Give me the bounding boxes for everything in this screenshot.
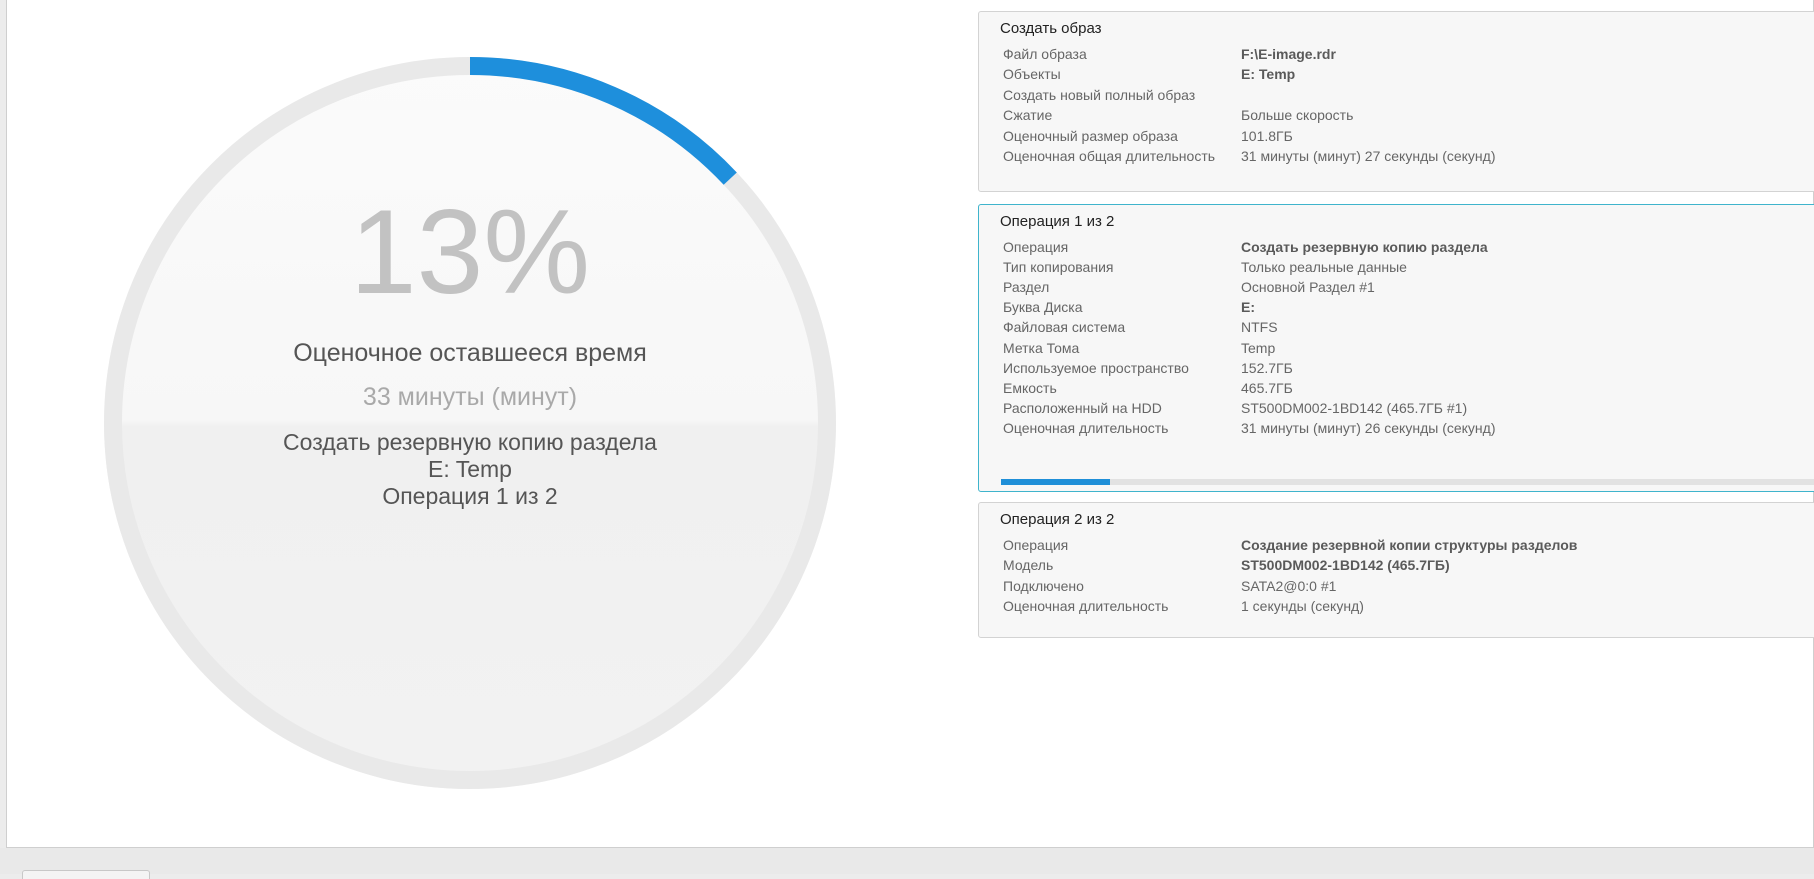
detail-value: 152.7ГБ: [1241, 359, 1293, 376]
progress-ring: [104, 57, 836, 789]
create-image-panel: Создать образ Файл образа F:\E-image.rdr О…: [978, 11, 1814, 192]
detail-value: Создание резервной копии структуры разде…: [1241, 537, 1578, 553]
current-operation-counter: Операция 1 из 2: [382, 483, 558, 509]
detail-value: E:: [1241, 299, 1255, 316]
operation-1-progress-bar: [1001, 479, 1814, 485]
detail-key: Метка Тома: [1003, 339, 1080, 356]
detail-row: Оценочная длительность 31 минуты (минут) …: [979, 420, 1814, 443]
operation-2-panel: Операция 2 из 2 Операция Создание резервн…: [978, 502, 1814, 638]
detail-key: Оценочная длительность: [1003, 419, 1169, 436]
detail-value: SATA2@0:0 #1: [1241, 577, 1337, 594]
current-operation-name: Создать резервную копию раздела: [283, 429, 657, 455]
detail-value: 31 минуты (минут) 27 секунды (секунд): [1241, 148, 1496, 164]
detail-key: Файл образа: [1003, 46, 1087, 62]
detail-key: Операция: [1003, 239, 1069, 255]
progress-circle: 13% Оценочное оставшееся время 33 минуты…: [104, 57, 836, 789]
detail-key: Объекты: [1003, 66, 1061, 83]
detail-value: Temp: [1241, 339, 1276, 356]
current-operation-info: Создать резервную копию раздела E: Temp …: [104, 429, 836, 510]
remaining-time-value: 33 минуты (минут): [362, 383, 578, 411]
remaining-time-label: Оценочное оставшееся время: [293, 339, 647, 367]
detail-value: NTFS: [1241, 319, 1278, 336]
operation-1-progress-fill: [1001, 479, 1110, 485]
detail-value: 465.7ГБ: [1241, 379, 1293, 396]
operation-1-panel-title: Операция 1 из 2: [1000, 213, 1115, 230]
detail-key: Емкость: [1003, 379, 1057, 396]
detail-value: Больше скорость: [1241, 107, 1354, 124]
detail-value: 1 секунды (секунд): [1241, 598, 1364, 615]
bottom-button[interactable]: [22, 870, 150, 879]
detail-key: Модель: [1003, 557, 1054, 574]
detail-key: Файловая система: [1003, 319, 1126, 336]
detail-key: Расположенный на HDD: [1003, 399, 1162, 416]
detail-key: Используемое пространство: [1003, 359, 1189, 376]
detail-value: 101.8ГБ: [1241, 127, 1293, 144]
detail-value: Создать резервную копию раздела: [1241, 239, 1488, 255]
detail-value: 31 минуты (минут) 26 секунды (секунд): [1241, 419, 1496, 436]
detail-key: Сжатие: [1003, 107, 1053, 124]
detail-value: ST500DM002-1BD142 (465.7ГБ): [1241, 557, 1450, 574]
detail-value: Основной Раздел #1: [1241, 279, 1375, 296]
detail-key: Оценочный размер образа: [1003, 127, 1178, 144]
detail-value: F:\E-image.rdr: [1241, 46, 1336, 62]
operation-2-panel-title: Операция 2 из 2: [1000, 511, 1115, 528]
detail-value: ST500DM002-1BD142 (465.7ГБ #1): [1241, 399, 1468, 416]
detail-key: Создать новый полный образ: [1003, 86, 1196, 103]
detail-key: Тип копирования: [1003, 259, 1114, 276]
bottom-button-bar: [0, 848, 1814, 874]
detail-key: Оценочная длительность: [1003, 598, 1169, 615]
operation-1-panel: Операция 1 из 2 Операция Создать резервну…: [978, 204, 1814, 492]
create-image-panel-title: Создать образ: [1000, 20, 1102, 37]
detail-key: Раздел: [1003, 279, 1050, 296]
detail-key: Операция: [1003, 537, 1069, 553]
detail-value: E: Temp: [1241, 66, 1296, 83]
progress-ring-arc: [469, 57, 737, 185]
progress-percent: 13%: [349, 185, 591, 319]
current-operation-target: E: Temp: [428, 456, 512, 482]
detail-key: Подключено: [1003, 577, 1084, 594]
detail-key: Буква Диска: [1003, 299, 1083, 316]
detail-key: Оценочная общая длительность: [1003, 148, 1216, 164]
detail-row: Оценочная общая длительность 31 минуты (м…: [979, 148, 1814, 171]
detail-value: Только реальные данные: [1241, 259, 1407, 276]
detail-row: Оценочная длительность 1 секунды (секунд): [979, 598, 1814, 621]
